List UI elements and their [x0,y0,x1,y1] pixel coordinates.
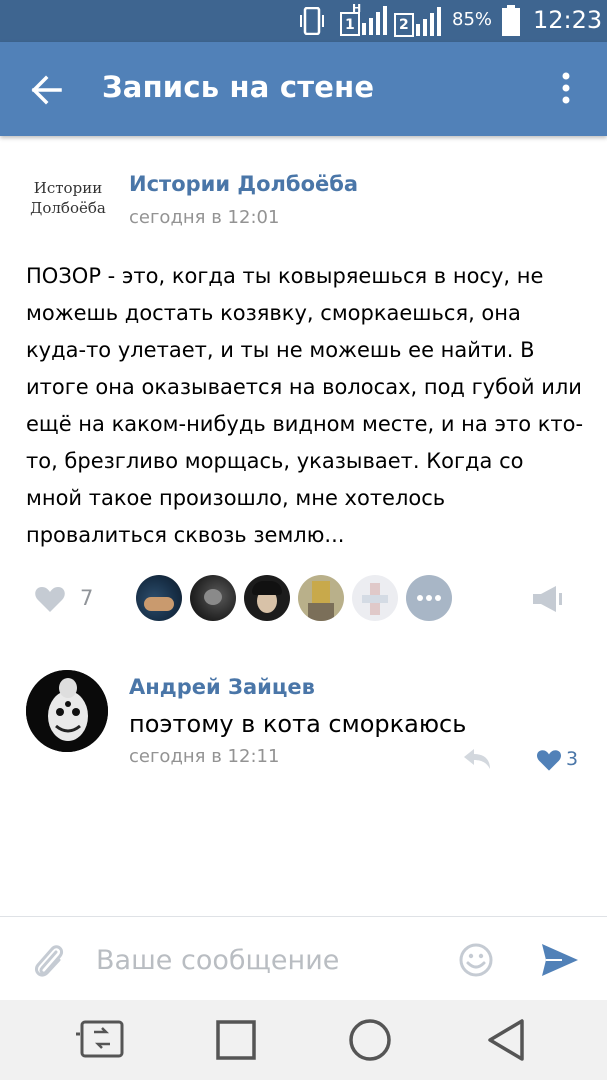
send-icon[interactable] [540,942,580,978]
status-bar: H 1 2 85% 12:23 [0,0,607,42]
megaphone-share-icon[interactable] [530,583,562,615]
emoji-icon[interactable] [458,942,494,978]
comment-text: поэтому в кота сморкаюсь [129,710,467,738]
arrow-left-icon[interactable] [26,70,66,110]
home-icon[interactable] [348,1018,392,1062]
group-avatar[interactable]: Истории Долбоёба [26,170,110,234]
battery-icon [502,5,520,36]
signal-sim2-icon: 2 [394,6,444,38]
sim1-label: 1 [345,17,355,33]
post-author[interactable]: Истории Долбоёба [129,172,358,196]
logo-line-2: Долбоёба [30,199,106,217]
app-bar: Запись на стене [0,42,607,136]
liker-avatar[interactable] [298,575,344,621]
liker-avatar[interactable] [244,575,290,621]
divider [0,916,607,917]
comment-like-count[interactable]: 3 [566,748,578,770]
clock: 12:23 [533,6,603,34]
system-navigation-bar [0,1000,607,1080]
network-type-label: H [352,2,362,15]
heart-filled-icon[interactable] [536,748,562,772]
comment-author[interactable]: Андрей Зайцев [129,675,315,699]
heart-icon[interactable] [34,585,66,613]
liker-avatar[interactable] [190,575,236,621]
liker-avatar[interactable] [352,575,398,621]
comment-timestamp: сегодня в 12:11 [129,746,280,767]
logo-line-1: Истории [33,179,103,197]
like-count[interactable]: 7 [80,586,93,610]
sim2-label: 2 [399,17,409,33]
recent-apps-icon[interactable] [216,1020,256,1060]
avatar-image [26,670,108,752]
vibrate-icon [300,7,324,35]
commenter-avatar[interactable] [26,670,108,752]
switch-apps-icon[interactable] [76,1020,128,1060]
back-triangle-icon[interactable] [486,1018,526,1062]
message-input[interactable] [96,940,436,980]
page-title: Запись на стене [102,70,375,104]
post-timestamp: сегодня в 12:01 [129,207,280,228]
paperclip-icon[interactable] [30,940,66,980]
more-horizontal-icon [417,595,441,601]
more-likers-button[interactable] [406,575,452,621]
reply-icon[interactable] [462,747,492,771]
more-vertical-icon[interactable] [556,66,576,110]
post-text: ПОЗОР - это, когда ты ковыряешься в носу… [26,264,584,547]
liker-avatar[interactable] [136,575,182,621]
signal-sim1-icon: H 1 [340,2,390,37]
battery-percent: 85% [452,9,493,30]
